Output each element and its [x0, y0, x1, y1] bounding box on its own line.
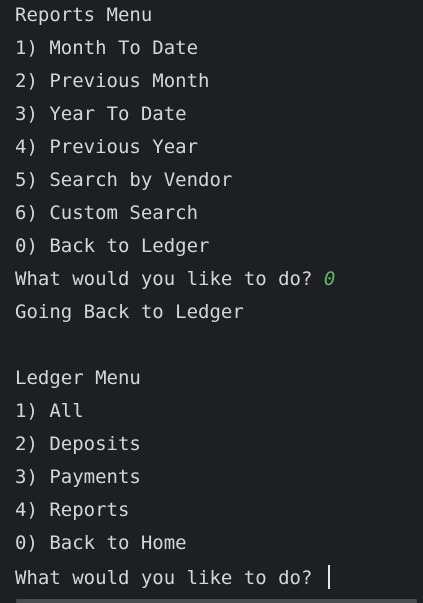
reports-menu-item: 0) Back to Ledger — [15, 235, 210, 257]
reports-menu-item: 3) Year To Date — [15, 103, 187, 125]
reports-menu-item: 6) Custom Search — [15, 202, 199, 224]
ledger-menu-item: 2) Deposits — [15, 433, 141, 455]
reports-menu-item: 4) Previous Year — [15, 136, 199, 158]
ledger-menu-item: 3) Payments — [15, 466, 141, 488]
user-input-echo: 0 — [323, 268, 336, 290]
horizontal-scrollbar[interactable] — [16, 599, 417, 603]
reports-menu-item: 2) Previous Month — [15, 70, 210, 92]
text-caret[interactable] — [327, 565, 330, 589]
reports-prompt-line: What would you like to do? 0 — [15, 268, 335, 290]
active-prompt-line[interactable]: What would you like to do? — [15, 565, 330, 589]
ledger-menu-item: 0) Back to Home — [15, 532, 187, 554]
response-message: Going Back to Ledger — [15, 301, 244, 323]
ledger-menu-title: Ledger Menu — [15, 367, 141, 389]
prompt-text: What would you like to do? — [15, 567, 324, 589]
ledger-menu-item: 4) Reports — [15, 499, 130, 521]
console-output[interactable]: Reports Menu 1) Month To Date 2) Previou… — [0, 0, 423, 603]
reports-menu-title: Reports Menu — [15, 4, 153, 26]
ledger-menu-item: 1) All — [15, 400, 84, 422]
prompt-text: What would you like to do? — [15, 268, 324, 290]
reports-menu-item: 1) Month To Date — [15, 37, 199, 59]
reports-menu-item: 5) Search by Vendor — [15, 169, 233, 191]
